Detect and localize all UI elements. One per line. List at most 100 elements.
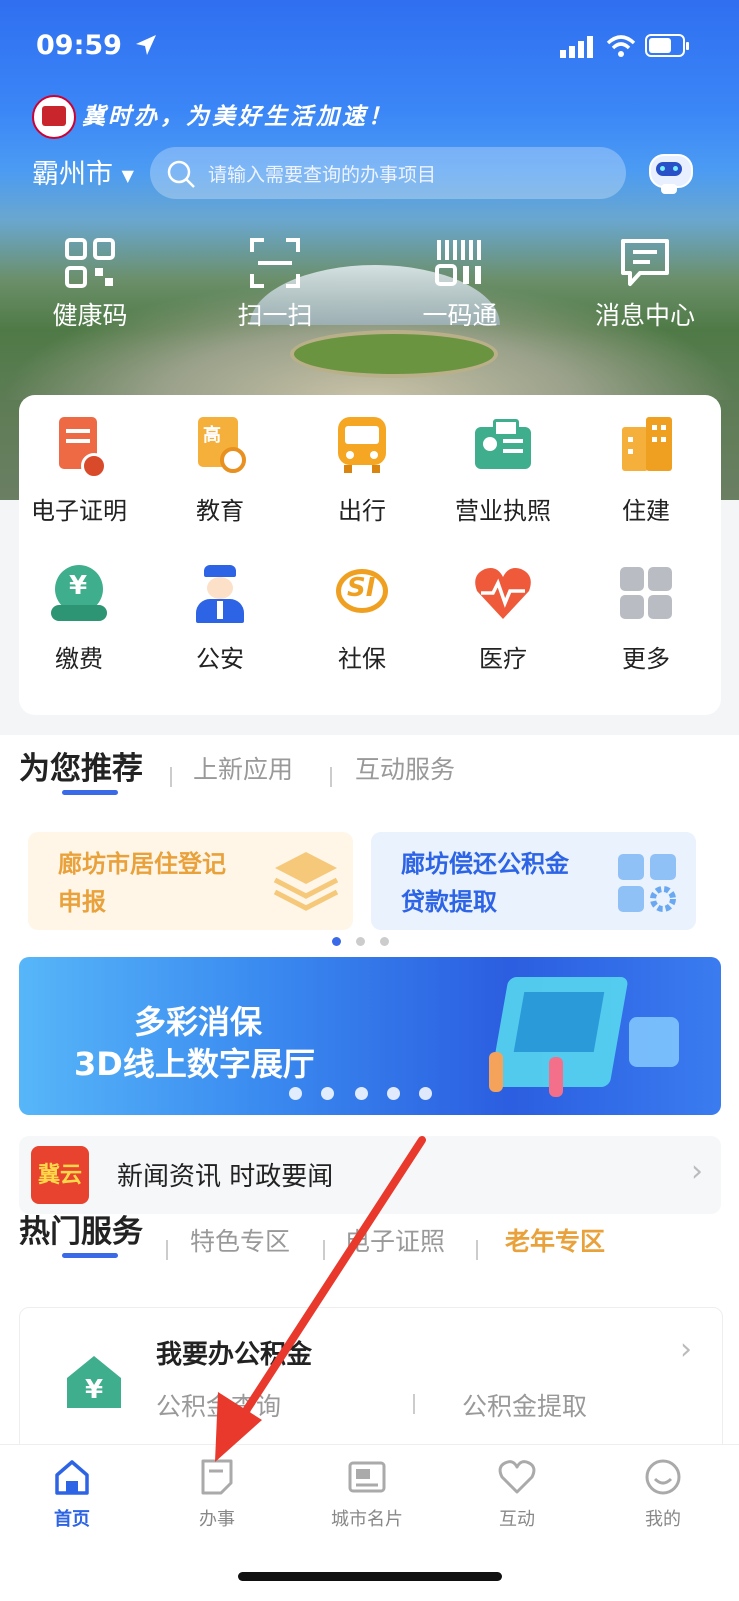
caret-down-icon: ▼ xyxy=(121,166,134,185)
social-security-icon: SI xyxy=(332,565,392,625)
heart-icon xyxy=(498,1460,536,1494)
slogan: 冀时办，为美好生活加速！ xyxy=(82,103,394,130)
document-icon xyxy=(201,1459,233,1495)
bus-icon xyxy=(332,417,392,477)
banner-dot xyxy=(289,1087,302,1100)
quick-label: 消息中心 xyxy=(594,301,695,330)
tabbar-label: 互动 xyxy=(499,1509,535,1530)
education-icon: 高 xyxy=(190,417,250,477)
tab-interactive-service[interactable]: 互动服务 xyxy=(355,750,455,786)
service-label: 缴费 xyxy=(55,645,103,673)
tab-recommend[interactable]: 为您推荐 xyxy=(19,743,143,788)
service-card-provident-fund[interactable]: ¥ 我要办公积金 › 公积金查询 公积金提取 xyxy=(19,1307,723,1459)
police-icon xyxy=(190,565,250,625)
service-education[interactable]: 高 教育 xyxy=(150,417,290,526)
banner-subtitle: 3D线上数字展厅 xyxy=(74,1045,315,1083)
tab-separator xyxy=(476,1240,478,1260)
card-title-line: 申报 xyxy=(58,888,106,916)
building-icon xyxy=(616,417,676,477)
service-e-certificate[interactable]: 电子证明 xyxy=(9,417,149,526)
service-public-security[interactable]: 公安 xyxy=(150,565,290,674)
city-card-icon xyxy=(348,1461,386,1493)
tab-separator xyxy=(330,767,332,787)
service-grid: 电子证明 高 教育 出行 营业执照 住建 ¥ 缴费 公安 SI 社保 医疗 更多 xyxy=(19,395,721,715)
banner-title: 多彩消保 xyxy=(134,1003,263,1041)
banner-dot xyxy=(419,1087,432,1100)
recommend-card-provident-fund[interactable]: 廊坊偿还公积金 贷款提取 xyxy=(371,832,696,930)
service-travel[interactable]: 出行 xyxy=(292,417,432,526)
tabbar-city-card[interactable]: 城市名片 xyxy=(307,1457,427,1531)
tabbar-mine[interactable]: 我的 xyxy=(603,1457,723,1531)
apps-gear-icon xyxy=(618,854,676,912)
barcode-icon xyxy=(435,240,481,286)
medical-heart-icon xyxy=(473,565,533,625)
tab-separator xyxy=(323,1240,325,1260)
service-business-license[interactable]: 营业执照 xyxy=(433,417,573,526)
service-label: 营业执照 xyxy=(455,497,551,525)
tab-elderly[interactable]: 老年专区 xyxy=(505,1222,605,1258)
battery-icon xyxy=(645,34,689,57)
carousel-dot xyxy=(380,937,389,946)
banner-dot xyxy=(387,1087,400,1100)
tab-separator xyxy=(170,767,172,787)
card-title: 廊坊市居住登记 申报 xyxy=(58,845,226,921)
tab-featured[interactable]: 特色专区 xyxy=(190,1222,290,1258)
city-selector[interactable]: 霸州市 ▼ xyxy=(32,152,134,191)
service-housing-construction[interactable]: 住建 xyxy=(576,417,716,526)
service-label: 出行 xyxy=(338,497,386,525)
e-certificate-icon xyxy=(49,417,109,479)
home-indicator xyxy=(238,1572,502,1581)
banner-cube xyxy=(629,1017,679,1067)
news-title: 新闻资讯 时政要闻 xyxy=(117,1162,334,1192)
tab-active-indicator xyxy=(62,1253,118,1258)
quick-barcode[interactable]: 一码通 xyxy=(385,238,535,332)
service-social-security[interactable]: SI 社保 xyxy=(292,565,432,674)
quick-scan[interactable]: 扫一扫 xyxy=(200,238,350,332)
tab-e-license[interactable]: 电子证照 xyxy=(345,1222,445,1258)
svg-text:¥: ¥ xyxy=(85,1375,103,1405)
quick-health-code[interactable]: 健康码 xyxy=(15,238,165,332)
banner-dot xyxy=(355,1087,368,1100)
service-more[interactable]: 更多 xyxy=(576,565,716,674)
service-label: 社保 xyxy=(338,645,386,673)
message-icon xyxy=(621,239,669,286)
chevron-right-icon: › xyxy=(680,1332,692,1367)
service-payment[interactable]: ¥ 缴费 xyxy=(9,565,149,674)
health-code-icon xyxy=(65,238,115,288)
wifi-icon xyxy=(606,35,636,57)
search-placeholder: 请输入需要查询的办事项目 xyxy=(208,164,437,186)
tabbar-interaction[interactable]: 互动 xyxy=(457,1457,577,1531)
quick-label: 健康码 xyxy=(52,301,128,330)
robot-assistant-icon[interactable] xyxy=(646,150,693,194)
tab-hot-services[interactable]: 热门服务 xyxy=(19,1206,143,1251)
recommend-card-residence[interactable]: 廊坊市居住登记 申报 xyxy=(28,832,353,930)
more-grid-icon xyxy=(616,565,676,625)
tab-new-apps[interactable]: 上新应用 xyxy=(193,750,293,786)
status-time: 09:59 xyxy=(36,30,122,61)
tabbar-label: 办事 xyxy=(199,1509,235,1530)
house-yuan-icon: ¥ xyxy=(65,1354,123,1410)
quick-label: 扫一扫 xyxy=(237,301,313,330)
service-label: 教育 xyxy=(196,497,244,525)
service-label: 更多 xyxy=(622,645,670,673)
tabbar-label: 城市名片 xyxy=(331,1509,403,1530)
link-fund-query[interactable]: 公积金查询 xyxy=(156,1387,281,1423)
service-label: 住建 xyxy=(622,497,670,525)
city-name: 霸州市 xyxy=(32,159,113,190)
service-medical[interactable]: 医疗 xyxy=(433,565,573,674)
service-label: 电子证明 xyxy=(31,497,127,525)
home-icon xyxy=(55,1460,89,1495)
link-fund-withdraw[interactable]: 公积金提取 xyxy=(462,1387,587,1423)
service-card-title: 我要办公积金 xyxy=(156,1340,313,1370)
banner-screen xyxy=(513,992,605,1052)
card-title-line: 贷款提取 xyxy=(401,888,497,916)
tabbar-services[interactable]: 办事 xyxy=(157,1457,277,1531)
promo-banner[interactable]: 多彩消保 3D线上数字展厅 xyxy=(19,957,721,1115)
quick-message-center[interactable]: 消息中心 xyxy=(570,238,720,332)
tab-active-indicator xyxy=(62,790,118,795)
quick-label: 一码通 xyxy=(422,301,498,330)
chevron-right-icon: › xyxy=(691,1154,703,1189)
tabbar-home[interactable]: 首页 xyxy=(12,1457,132,1531)
search-input[interactable]: 请输入需要查询的办事项目 xyxy=(150,147,626,199)
news-row[interactable]: 冀云 新闻资讯 时政要闻 › xyxy=(19,1136,721,1214)
